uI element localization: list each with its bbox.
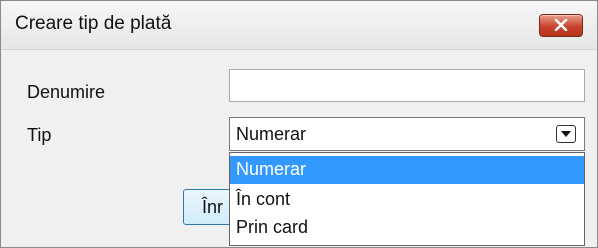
name-input[interactable] bbox=[229, 69, 585, 102]
chevron-down-icon bbox=[561, 131, 571, 137]
type-dropdown-list: Numerar În cont Prin card bbox=[229, 152, 585, 246]
dropdown-option-in-cont[interactable]: În cont bbox=[230, 186, 584, 214]
dialog-window: Creare tip de plată Denumire Tip Numerar… bbox=[0, 0, 598, 248]
dropdown-option-prin-card[interactable]: Prin card bbox=[230, 214, 584, 242]
dropdown-option-numerar[interactable]: Numerar bbox=[230, 156, 584, 184]
window-title: Creare tip de plată bbox=[15, 13, 172, 34]
type-label: Tip bbox=[27, 125, 52, 145]
title-bar[interactable]: Creare tip de plată bbox=[1, 1, 597, 50]
name-label: Denumire bbox=[27, 82, 106, 102]
dropdown-arrow-button[interactable] bbox=[556, 125, 576, 143]
type-select-value: Numerar bbox=[236, 124, 307, 144]
close-icon bbox=[554, 19, 568, 31]
save-button-label: Înr bbox=[202, 197, 224, 217]
type-select[interactable]: Numerar bbox=[229, 117, 585, 151]
close-button[interactable] bbox=[539, 14, 583, 37]
